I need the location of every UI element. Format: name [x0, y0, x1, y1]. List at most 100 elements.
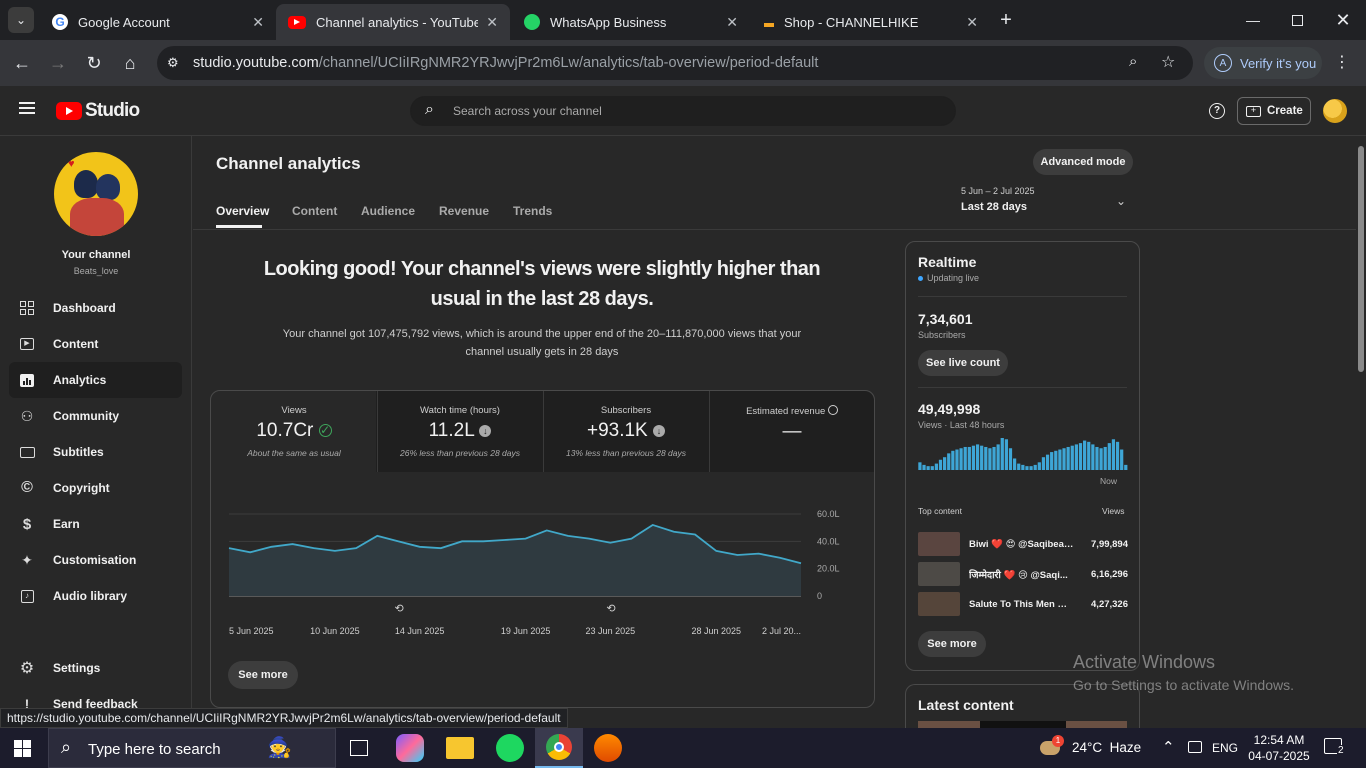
notifications-icon[interactable]: 2 [1324, 738, 1345, 756]
metric-revenue[interactable]: Estimated revenue — [709, 391, 875, 472]
close-tab-icon[interactable]: ✕ [966, 14, 978, 31]
tab-trends[interactable]: Trends [513, 204, 552, 218]
chrome-taskbar-button[interactable] [535, 728, 583, 768]
create-button[interactable]: + Create [1237, 97, 1311, 125]
metric-views[interactable]: Views 10.7Cr ✓ About the same as usual [211, 391, 377, 472]
weather-text[interactable]: 24°C Haze [1072, 740, 1141, 755]
address-bar[interactable]: ⚙ studio.youtube.com/channel/UCIiIRgNMR2… [157, 46, 1193, 80]
realtime-bar[interactable] [988, 448, 992, 470]
hamburger-menu-icon[interactable] [19, 102, 35, 114]
realtime-bar[interactable] [996, 444, 1000, 470]
close-window-icon[interactable]: ✕ [1330, 7, 1356, 33]
metric-watch-time[interactable]: Watch time (hours) 11.2L ↓ 26% less than… [377, 391, 543, 472]
spotify-icon[interactable] [496, 734, 524, 762]
sidebar-item-customisation[interactable]: ✦ Customisation [9, 542, 182, 578]
realtime-bar[interactable] [984, 446, 988, 470]
windows-start-icon[interactable] [14, 740, 31, 757]
realtime-bar[interactable] [1107, 443, 1111, 470]
taskbar-search-box[interactable]: ⌕ Type here to search 🧙 [48, 728, 336, 768]
realtime-bar[interactable] [1062, 448, 1066, 470]
maximize-icon[interactable] [1284, 7, 1310, 33]
realtime-bar[interactable] [1008, 448, 1013, 470]
realtime-bar[interactable] [922, 464, 926, 470]
realtime-bar[interactable] [1025, 466, 1029, 470]
tab-revenue[interactable]: Revenue [439, 204, 489, 218]
sidebar-item-audio-library[interactable]: ♪ Audio library [9, 578, 182, 614]
channel-avatar[interactable]: ♥ [54, 152, 138, 236]
channel-search-input[interactable]: ⌕ Search across your channel [410, 96, 956, 126]
realtime-bar[interactable] [1029, 466, 1033, 470]
realtime-bar[interactable] [1066, 446, 1070, 470]
realtime-bar[interactable] [955, 449, 959, 470]
tab-content[interactable]: Content [292, 204, 337, 218]
realtime-bar[interactable] [1037, 462, 1041, 470]
close-tab-icon[interactable]: ✕ [252, 14, 264, 31]
sidebar-item-analytics[interactable]: Analytics [9, 362, 182, 398]
reload-icon[interactable]: ↻ [81, 50, 107, 76]
realtime-bar[interactable] [1103, 446, 1107, 470]
meet-now-icon[interactable] [1188, 741, 1202, 753]
weather-icon[interactable]: 1 [1040, 735, 1064, 759]
tab-whatsapp[interactable]: WhatsApp Business ✕ [512, 4, 750, 40]
realtime-bar[interactable] [967, 446, 971, 470]
sidebar-item-community[interactable]: ⚇ Community [9, 398, 182, 434]
sidebar-item-earn[interactable]: $ Earn [9, 506, 182, 542]
realtime-bar[interactable] [975, 444, 980, 470]
sidebar-item-settings[interactable]: ⚙ Settings [9, 650, 182, 686]
realtime-bar[interactable] [1013, 458, 1017, 470]
realtime-bar[interactable] [1004, 439, 1008, 470]
language-indicator[interactable]: ENG [1212, 741, 1238, 755]
close-tab-icon[interactable]: ✕ [726, 14, 738, 31]
tab-audience[interactable]: Audience [361, 204, 415, 218]
system-clock[interactable]: 12:54 AM 04-07-2025 [1246, 732, 1312, 764]
bookmark-star-icon[interactable]: ☆ [1161, 52, 1175, 72]
date-range-selector[interactable]: 5 Jun – 2 Jul 2025 Last 28 days ⌄ [961, 186, 1141, 218]
new-tab-icon[interactable]: + [993, 7, 1019, 33]
realtime-bar[interactable] [951, 450, 955, 470]
realtime-bar[interactable] [1120, 449, 1124, 470]
realtime-bar[interactable] [1074, 444, 1078, 470]
upload-marker-icon[interactable]: ⟲ [606, 602, 615, 615]
close-tab-icon[interactable]: ✕ [486, 14, 498, 31]
realtime-bar[interactable] [1050, 452, 1054, 470]
see-more-button[interactable]: See more [228, 661, 298, 689]
minimize-icon[interactable]: — [1240, 7, 1266, 33]
realtime-bar[interactable] [1111, 439, 1116, 470]
realtime-bar[interactable] [963, 446, 967, 470]
top-content-row[interactable]: जिम्मेदारी ❤️ 😢 @Saqi... 6,16,296 [918, 562, 1128, 586]
realtime-bar[interactable] [1083, 440, 1087, 470]
top-content-row[interactable]: Salute To This Men ❤️ ... 4,27,326 [918, 592, 1128, 616]
realtime-bar[interactable] [1017, 463, 1021, 470]
realtime-bar[interactable] [947, 453, 951, 470]
copilot-icon[interactable] [396, 734, 424, 762]
tab-google-account[interactable]: G Google Account ✕ [40, 4, 276, 40]
see-live-count-button[interactable]: See live count [918, 350, 1008, 376]
realtime-bar[interactable] [1124, 464, 1128, 470]
metric-subscribers[interactable]: Subscribers +93.1K ↓ 13% less than previ… [543, 391, 709, 472]
studio-logo[interactable]: Studio [56, 100, 140, 122]
realtime-bar[interactable] [1070, 445, 1074, 470]
help-icon[interactable]: ? [1209, 103, 1225, 119]
realtime-bar[interactable] [971, 445, 976, 470]
realtime-bar[interactable] [934, 463, 938, 470]
realtime-bar[interactable] [1095, 446, 1099, 470]
realtime-bar[interactable] [1021, 464, 1025, 470]
zoom-icon[interactable]: ⌕ [1129, 53, 1137, 70]
realtime-bar[interactable] [1058, 449, 1062, 470]
tab-channel-analytics[interactable]: Channel analytics - YouTube Studio ✕ [276, 4, 510, 40]
realtime-bar[interactable] [1000, 438, 1004, 470]
site-info-icon[interactable]: ⚙ [167, 55, 179, 71]
realtime-bar[interactable] [1115, 441, 1120, 470]
realtime-bar[interactable] [1078, 443, 1083, 470]
back-icon[interactable]: ← [9, 50, 35, 76]
profile-avatar[interactable] [1323, 99, 1347, 123]
forward-icon[interactable]: → [45, 50, 71, 76]
sidebar-item-subtitles[interactable]: Subtitles [9, 434, 182, 470]
browser-menu-icon[interactable]: ⋮ [1334, 52, 1350, 72]
scrollbar-track[interactable] [1356, 136, 1366, 728]
upload-marker-icon[interactable]: ⟲ [394, 602, 403, 615]
tab-search-icon[interactable]: ⌄ [8, 7, 34, 33]
realtime-bar[interactable] [918, 462, 922, 470]
realtime-bar[interactable] [1091, 444, 1095, 470]
verify-button[interactable]: A Verify it's you [1204, 47, 1322, 79]
